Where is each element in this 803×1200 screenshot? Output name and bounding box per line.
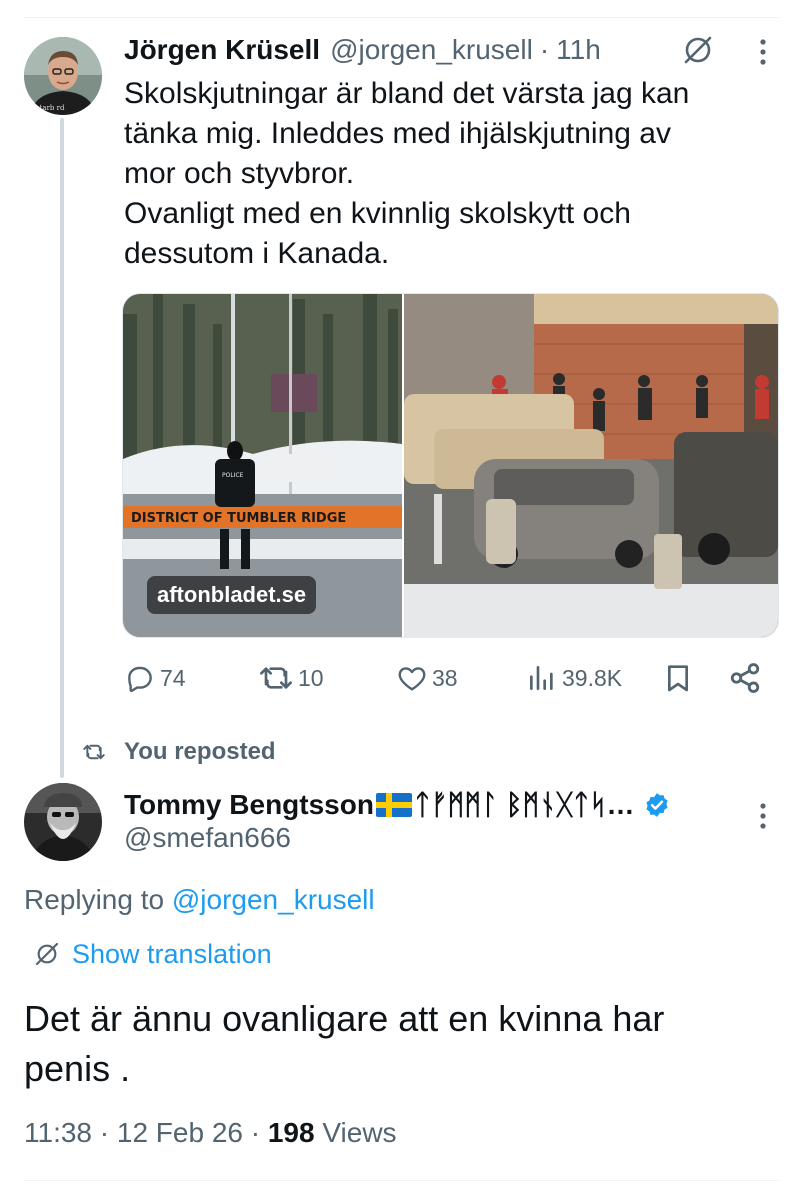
tweet1-header: Jörgen Krüsell @jorgen_krusell · 11h	[124, 30, 601, 70]
media-source-label[interactable]: aftonbladet.se	[147, 576, 317, 614]
views-button[interactable]: 39.8K	[526, 656, 622, 700]
tweet-text-line: mor och styvbror.	[124, 157, 355, 190]
views-label: Views	[322, 1117, 397, 1148]
reply-icon	[128, 666, 152, 693]
tweet-text-line: Det är ännu ovanligare att en kvinna har	[24, 998, 665, 1039]
tweet-text-line: Ovanligt med en kvinnlig skolskytt och	[124, 197, 631, 230]
replying-to: Replying to @jorgen_krusell	[24, 884, 375, 916]
repost-context: You reposted	[82, 734, 276, 770]
media-image-police[interactable]: DISTRICT OF TUMBLER RIDGE POLICE aftonbl…	[123, 294, 402, 637]
sign-text: DISTRICT OF TUMBLER RIDGE	[131, 511, 346, 526]
thread-connector-line	[60, 118, 64, 778]
tweet2-meta: 11:38 · 12 Feb 26 · 198 Views	[24, 1117, 397, 1149]
sweden-flag-icon	[375, 793, 412, 817]
tweet-text-line: Skolskjutningar är bland det värsta jag …	[124, 77, 690, 110]
share-icon	[730, 663, 760, 693]
media-image-school[interactable]	[404, 294, 778, 637]
more-icon[interactable]	[753, 800, 773, 832]
tweet1-media[interactable]: DISTRICT OF TUMBLER RIDGE POLICE aftonbl…	[122, 293, 779, 638]
grok-icon[interactable]	[680, 32, 716, 68]
tweet1-actions: 74 10 38 39.8K	[124, 656, 764, 700]
svg-text:starb rd: starb rd	[36, 104, 65, 112]
author-handle[interactable]: @smefan666	[124, 822, 291, 854]
translate-icon	[35, 942, 59, 966]
top-divider	[24, 17, 779, 18]
bookmark-icon	[668, 665, 688, 692]
vest-text: POLICE	[222, 472, 244, 479]
repost-icon	[260, 667, 292, 689]
reply-button[interactable]: 74	[124, 656, 186, 700]
like-icon	[398, 667, 426, 691]
separator-dot: ·	[539, 34, 550, 65]
show-translation-button[interactable]: Show translation	[32, 936, 272, 972]
like-button[interactable]: 38	[396, 656, 458, 700]
repost-context-label: You reposted	[124, 738, 276, 765]
author-name[interactable]: Jörgen Krüsell	[124, 34, 320, 66]
repost-icon	[83, 744, 105, 760]
like-count: 38	[432, 664, 458, 691]
show-translation-label: Show translation	[72, 938, 272, 969]
replying-prefix: Replying to	[24, 884, 165, 915]
tweet2-name-row[interactable]: Tommy Bengtsson ᛏᚠᛗᛗᛚ ᛒᛗᚾᚷᛏᛋ…	[124, 785, 671, 825]
repost-button[interactable]: 10	[258, 656, 324, 700]
views-count: 198	[267, 1117, 315, 1148]
author-handle[interactable]: @jorgen_krusell	[330, 34, 533, 66]
bottom-divider	[24, 1180, 779, 1181]
bookmark-button[interactable]	[662, 656, 694, 700]
tweet-text-line: tänka mig. Inleddes med ihjälskjutning a…	[124, 117, 671, 150]
tweet1-text: Skolskjutningar är bland det värsta jag …	[124, 74, 764, 274]
tweet-text-line: dessutom i Kanada.	[124, 237, 390, 270]
more-icon[interactable]	[753, 36, 773, 68]
replying-to-link[interactable]: @jorgen_krusell	[172, 884, 375, 915]
avatar-tommy[interactable]	[24, 783, 102, 861]
tweet-text-line: penis .	[24, 1048, 131, 1089]
author-name-runes[interactable]: ᛏᚠᛗᛗᛚ ᛒᛗᚾᚷᛏᛋ…	[414, 789, 635, 821]
views-count: 39.8K	[562, 664, 623, 691]
avatar-jorgen[interactable]: starb rd	[24, 37, 102, 115]
repost-count: 10	[298, 664, 324, 691]
share-button[interactable]	[728, 656, 762, 700]
views-icon	[530, 666, 553, 690]
tweet-time[interactable]: 11h	[556, 34, 601, 66]
verified-icon	[645, 793, 668, 817]
author-name[interactable]: Tommy Bengtsson	[124, 789, 374, 821]
reply-count: 74	[160, 664, 186, 691]
tweet2-text: Det är ännu ovanligare att en kvinna har…	[24, 994, 764, 1094]
timestamp[interactable]: 11:38 · 12 Feb 26 ·	[24, 1117, 260, 1148]
